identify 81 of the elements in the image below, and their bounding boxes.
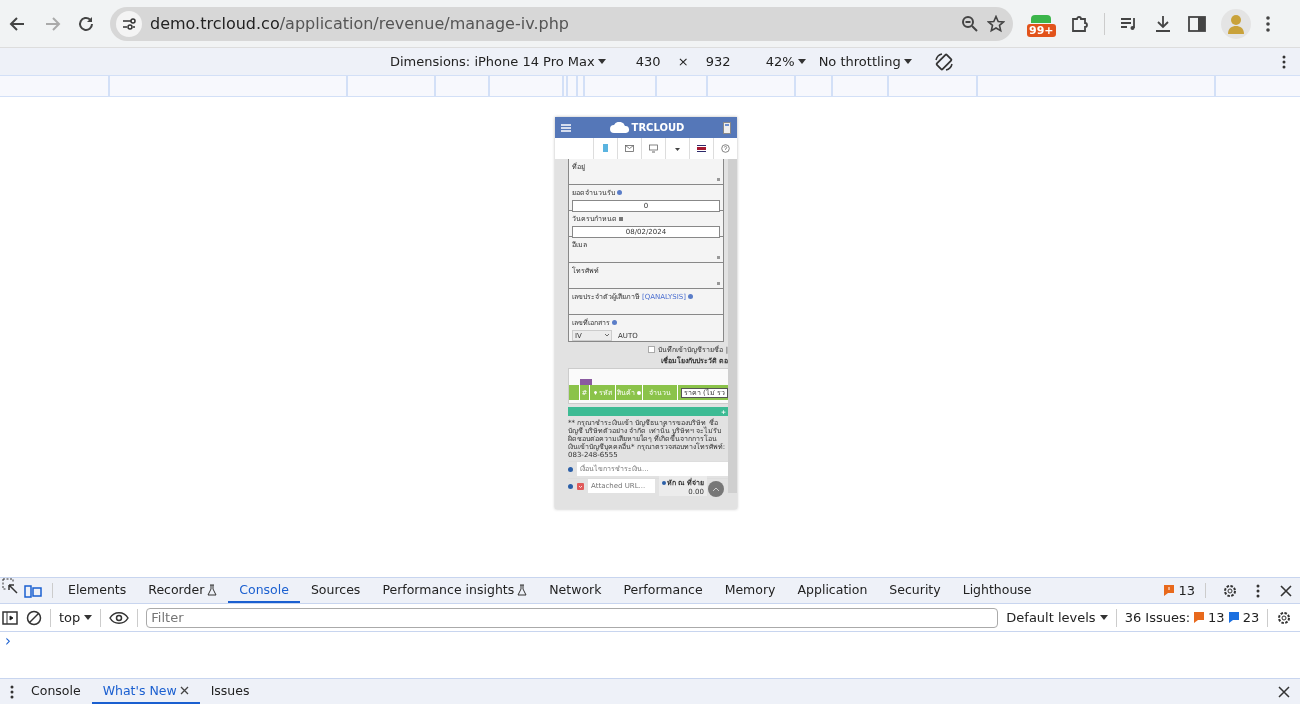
pin-icon [593, 390, 597, 395]
chevron-icon [605, 334, 609, 337]
menu-icon[interactable] [561, 123, 571, 132]
zoom-icon[interactable] [961, 14, 979, 33]
info-icon [568, 483, 573, 489]
info-icon [662, 480, 666, 485]
flag-icon[interactable] [697, 144, 706, 153]
resize-handle[interactable] [717, 282, 720, 285]
chevron-up-icon [713, 487, 719, 491]
warning-icon [1164, 585, 1175, 596]
scrollbar[interactable] [728, 159, 737, 493]
monitor-icon[interactable] [649, 144, 658, 153]
caret-icon [84, 615, 93, 620]
resize-handle[interactable] [717, 178, 720, 181]
calendar-icon [619, 216, 623, 221]
devtools-tab[interactable]: Recorder [137, 578, 229, 603]
settings-icon[interactable] [1276, 609, 1293, 626]
star-icon[interactable] [987, 14, 1005, 33]
more-icon[interactable] [1282, 54, 1286, 69]
close-icon[interactable] [1278, 685, 1290, 698]
more-icon[interactable] [10, 684, 14, 699]
notification-badge: 99+ [1027, 23, 1056, 37]
message-icon [1228, 612, 1239, 623]
device-dropdown[interactable]: Dimensions: iPhone 14 Pro Max [390, 54, 606, 69]
issues-summary[interactable]: 36 Issues: 13 23 [1124, 610, 1260, 625]
drawer-tab[interactable]: Console [20, 679, 92, 704]
devtools-tab[interactable]: Memory [713, 578, 787, 603]
cloud-icon [609, 122, 630, 133]
warning-icon [1194, 612, 1205, 623]
resize-handle[interactable] [717, 256, 720, 259]
devtools-tab[interactable]: Elements [57, 578, 138, 603]
info-icon [568, 466, 573, 472]
eye-icon[interactable] [109, 610, 130, 625]
devtools-tab[interactable]: Performance [612, 578, 714, 603]
avatar-icon [1226, 13, 1245, 34]
address-bar[interactable]: demo.trcloud.co/application/revenue/manage-iv.php [110, 6, 1013, 41]
side-panel-icon[interactable] [1186, 13, 1207, 34]
context-dropdown[interactable]: top [59, 610, 93, 625]
inspect-icon[interactable] [2, 578, 18, 594]
extensions-icon[interactable] [1069, 13, 1090, 34]
devtools-tab[interactable]: Performance insights [371, 578, 539, 603]
close-icon[interactable] [1278, 582, 1294, 599]
caret-icon [797, 59, 806, 64]
caret-icon [597, 59, 606, 64]
width-field[interactable]: 430 [635, 54, 670, 69]
drawer-tab[interactable]: What's New [91, 679, 200, 704]
sidebar-icon[interactable] [2, 609, 18, 626]
height-field[interactable]: 932 [705, 54, 766, 69]
scroll-top-button[interactable] [708, 481, 724, 497]
calculator-icon[interactable] [723, 121, 731, 134]
devtools-tab[interactable]: Network [538, 578, 613, 603]
devtools-tab[interactable]: Security [878, 578, 952, 603]
throttling-dropdown[interactable]: No throttling [818, 54, 912, 69]
attachment-icon[interactable] [577, 482, 584, 490]
mail-icon[interactable] [625, 144, 634, 153]
column-marker [580, 379, 592, 385]
clear-icon[interactable] [26, 609, 42, 626]
caret-icon [1099, 615, 1108, 620]
checkbox[interactable] [648, 345, 656, 353]
more-icon[interactable] [1264, 14, 1271, 33]
help-icon[interactable] [721, 144, 730, 153]
devtools-tab[interactable]: Sources [299, 578, 372, 603]
issues-counter[interactable]: 13 [1164, 578, 1195, 603]
devtools-tab[interactable]: Console [228, 578, 300, 603]
rotate-icon[interactable] [933, 51, 954, 72]
settings-icon[interactable] [1222, 582, 1238, 599]
log-levels-dropdown[interactable]: Default levels [1006, 610, 1108, 625]
site-settings-icon[interactable] [121, 15, 137, 32]
devtools-tab[interactable]: Lighthouse [951, 578, 1043, 603]
devtools-tab[interactable]: Application [786, 578, 879, 603]
drawer-tab[interactable]: Issues [199, 679, 261, 704]
caret-icon [903, 59, 912, 64]
device-toggle-icon[interactable] [24, 582, 42, 599]
console-prompt[interactable]: › [5, 632, 11, 650]
filter-field[interactable]: Filter [146, 607, 999, 628]
close-icon[interactable] [179, 686, 189, 695]
url-text: demo.trcloud.co/application/revenue/manage-iv.php [150, 14, 569, 33]
app-logo: TRCLOUD [609, 122, 685, 133]
zoom-dropdown[interactable]: 42% [765, 54, 806, 69]
info-icon [637, 390, 642, 395]
times-sign: × [677, 54, 690, 69]
